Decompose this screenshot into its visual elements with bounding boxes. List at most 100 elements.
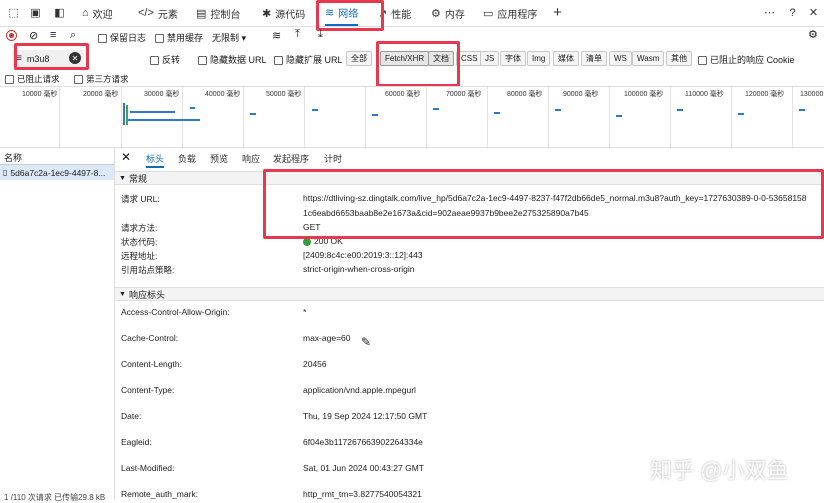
tab-initiator[interactable]: 发起程序 [273,152,309,165]
request-url-value: https://dtliving-sz.dingtalk.com/live_hp… [303,193,807,203]
filter-toggle-icon[interactable]: ≡ [50,29,56,41]
filter-type-all[interactable]: 全部 [346,51,372,66]
watermark: 知乎 @小双鱼 [650,458,789,483]
filter-type-manifest[interactable]: 清单 [581,51,607,66]
close-icon[interactable]: ✕ [806,5,821,20]
home-icon: ⌂ [82,7,89,19]
invert-checkbox[interactable]: 反转 [150,53,180,66]
header-key: Content-Type: [121,385,175,395]
filter-type-img[interactable]: Img [527,51,551,66]
tab-preview[interactable]: 预览 [210,152,228,165]
general-key: 引用站点策略: [121,265,175,275]
bug-icon: ✱ [262,7,272,20]
timeline-tick: 80000 毫秒 [507,91,543,98]
code-icon: </> [138,7,154,19]
tab-sources[interactable]: ✱ 源代码 [262,0,305,26]
preserve-log-checkbox[interactable]: 保留日志 [98,31,146,44]
close-details-icon[interactable]: ✕ [121,150,131,164]
upload-icon[interactable]: ⤒ [295,28,300,41]
file-icon: ▯ [3,168,8,177]
timeline-tick: 70000 毫秒 [446,91,482,98]
hide-data-urls-checkbox[interactable]: 隐藏数据 URL [198,53,267,66]
search-icon[interactable]: ⌕ [70,29,76,42]
add-tab-icon[interactable]: + [550,4,565,21]
timeline-tick: 10000 毫秒 [22,91,58,98]
header-key: Remote_auth_mark: [121,489,199,499]
network-conditions-icon[interactable]: ≋ [272,29,281,42]
edit-pencil-icon[interactable]: ✎ [361,335,371,349]
dock-icon[interactable]: ◧ [52,5,67,20]
filter-type-media[interactable]: 媒体 [553,51,579,66]
filter-type-other[interactable]: 其他 [666,51,692,66]
device-emulation-icon[interactable]: ▣ [28,5,43,20]
settings-icon[interactable]: ⚙ [808,28,818,41]
header-key: Cache-Control: [121,333,179,343]
name-column-header[interactable]: 名称 [4,151,22,164]
console-icon: ▤ [196,7,207,20]
tab-console[interactable]: ▤ 控制台 [196,0,240,26]
status-code-value: 200 OK [303,236,343,246]
timeline-tick: 50000 毫秒 [266,91,302,98]
tab-timing[interactable]: 计时 [324,152,342,165]
throttle-select[interactable]: 无限制 ▾ [212,31,246,44]
clear-icon[interactable]: ⊘ [29,29,38,42]
filter-input[interactable]: ≡ m3u8 ✕ [12,50,84,67]
tab-response[interactable]: 响应 [242,152,260,165]
tab-network[interactable]: ≋ 网络 [325,0,359,26]
tab-performance[interactable]: ↗ 性能 [378,0,411,26]
download-icon[interactable]: ⤓ [318,28,323,41]
general-section-header[interactable]: ▼ 常规 [115,171,824,185]
request-details: ✕ 标头 负载 预览 响应 发起程序 计时 ▼ 常规 请求 URL: https:… [115,148,824,500]
request-row[interactable]: ▯ 5d6a7c2a-1ec9-4497-8... [0,164,114,180]
disable-cache-checkbox[interactable]: 禁用缓存 [155,31,203,44]
header-value: Thu, 19 Sep 2024 12:17:50 GMT [303,411,428,421]
wifi-icon: ≋ [325,6,335,19]
timeline-tick: 120000 毫秒 [745,91,785,98]
request-url-value-cont: 1c6eabd6653baab8e2e1673a&cid=902aeae9937… [303,208,589,218]
general-key: 请求方法: [121,223,158,233]
hide-extension-urls-checkbox[interactable]: 隐藏扩展 URL [274,53,343,66]
header-key: Eagleid: [121,437,152,447]
timeline-tick: 60000 毫秒 [385,91,421,98]
referrer-policy-value: strict-origin-when-cross-origin [303,264,415,274]
timeline-overview[interactable]: 10000 毫秒 20000 毫秒 30000 毫秒 40000 毫秒 5000… [0,86,824,149]
filter-type-doc[interactable]: 文档 [428,51,454,66]
header-value: http_rmt_tm=3.8277540054321 [303,489,422,499]
filter-type-js[interactable]: JS [480,51,500,66]
timeline-tick: 40000 毫秒 [205,91,241,98]
filter-row: ≡ m3u8 ✕ 反转 隐藏数据 URL 隐藏扩展 URL 全部 Fetch/X… [0,45,824,85]
tab-application[interactable]: ▭ 应用程序 [483,0,537,26]
header-key: Access-Control-Allow-Origin: [121,307,230,317]
header-key: Content-Length: [121,359,182,369]
general-key: 请求 URL: [121,194,160,204]
blocked-requests-checkbox[interactable]: 已阻止请求 [5,73,60,85]
header-value: 6f04e3b1172676639022643​34e [303,437,423,447]
timeline-tick: 30000 毫秒 [144,91,180,98]
header-key: Date: [121,411,142,421]
filter-type-css[interactable]: CSS [456,51,483,66]
filter-type-font[interactable]: 字体 [500,51,526,66]
tab-headers[interactable]: 标头 [146,152,165,168]
tab-memory[interactable]: ⚙ 内存 [431,0,465,26]
header-value: 20456 [303,359,327,369]
record-icon[interactable] [6,30,17,41]
blocked-cookies-checkbox[interactable]: 已阻止的响应 Cookie [698,53,795,66]
timeline-tick: 110000 毫秒 [685,91,724,98]
header-value: max-age=60 [303,333,351,343]
inspect-icon[interactable]: ⬚ [6,5,21,20]
help-icon[interactable]: ? [785,5,800,20]
status-ok-icon [303,237,311,246]
tab-payload[interactable]: 负载 [178,152,196,165]
more-icon[interactable]: ⋯ [762,5,777,20]
performance-icon: ↗ [378,7,388,20]
tab-elements[interactable]: </> 元素 [138,0,178,26]
filter-type-ws[interactable]: WS [609,51,632,66]
header-value: Sat, 01 Jun 2024 00:43:27 GMT [303,463,424,473]
tab-welcome[interactable]: ⌂ 欢迎 [82,0,113,26]
third-party-checkbox[interactable]: 第三方请求 [74,73,129,85]
remote-address-value: [2409:8c4c:e00:2019:3::12]:443 [303,250,423,260]
filter-type-fetch-xhr[interactable]: Fetch/XHR [380,51,430,66]
response-headers-section-header[interactable]: ▼ 响应标头 [115,287,824,301]
filter-type-wasm[interactable]: Wasm [632,51,665,66]
clear-filter-icon[interactable]: ✕ [69,52,81,64]
